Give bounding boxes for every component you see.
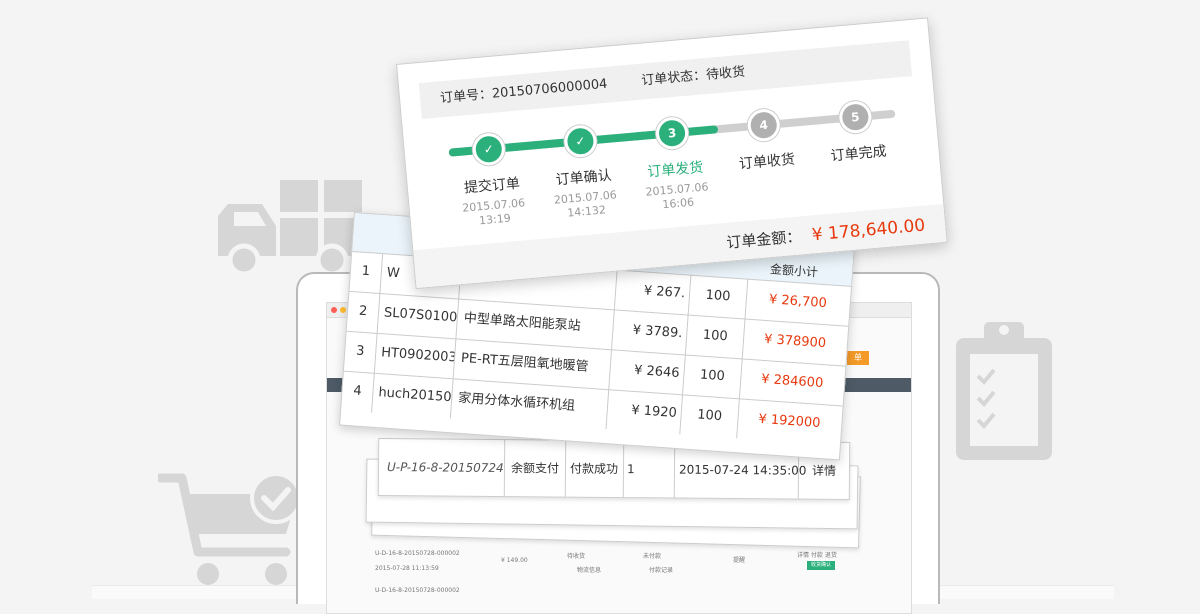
- order-amount-label: 订单金额：: [725, 227, 803, 252]
- order-number: 20150706000004: [491, 76, 609, 102]
- mini-order-id: U-D-16-8-20150728-000002: [375, 550, 460, 557]
- payment-count: 1: [622, 441, 676, 498]
- row-code: HT0902003I: [373, 332, 457, 379]
- order-info-bar: 订单号：20150706000004 订单状态：待收货: [418, 40, 913, 119]
- row-index: 1: [349, 250, 384, 294]
- payment-id: U-P-16-8-20150724: [378, 438, 506, 497]
- row-index: 3: [343, 330, 378, 373]
- row-qty: 100: [685, 314, 746, 359]
- step-3-number: 3: [654, 115, 690, 151]
- row-index: 2: [346, 290, 381, 333]
- row-qty: 100: [680, 394, 740, 439]
- step-4-number: 4: [746, 107, 782, 143]
- mini-paid: 未付款: [643, 553, 662, 560]
- step-1-check-icon: ✓: [471, 131, 507, 167]
- mini-logistics-link[interactable]: 物流信息: [577, 565, 601, 574]
- row-price: ¥ 1920: [606, 389, 684, 435]
- payment-method: 余额支付: [504, 440, 567, 497]
- shopping-cart-icon: [158, 472, 302, 585]
- order-status-card: 订单号：20150706000004 订单状态：待收货 ✓ 提交订单 2015.07…: [396, 17, 948, 290]
- order-status-label: 订单状态：: [640, 68, 707, 89]
- mini-amount: ¥ 149.00: [501, 557, 528, 564]
- mini-status: 待收货: [567, 553, 586, 560]
- row-qty: 100: [688, 274, 749, 319]
- mini-remind[interactable]: 提醒: [733, 555, 745, 564]
- row-price: ¥ 267.: [614, 269, 692, 315]
- row-price: ¥ 2646: [609, 349, 686, 395]
- orange-order-button[interactable]: 单: [847, 351, 869, 365]
- minimize-dot-icon[interactable]: [340, 307, 346, 313]
- mini-order-date: 2015-07-28 11:13:59: [375, 565, 439, 572]
- row-code: huch201504: [371, 372, 454, 419]
- step-2-label: 订单确认: [555, 167, 613, 189]
- payment-status: 付款成功: [564, 440, 625, 498]
- order-status: 待收货: [705, 64, 746, 83]
- step-5-label: 订单完成: [830, 143, 888, 165]
- step-4-label: 订单收货: [738, 151, 796, 173]
- close-dot-icon[interactable]: [331, 307, 337, 313]
- row-subtotal: ¥ 192000: [757, 411, 821, 432]
- order-number-label: 订单号：: [439, 86, 493, 107]
- mini-order-id-2: U-D-16-8-20150728-000002: [375, 587, 460, 594]
- step-3-label: 订单发货: [646, 159, 704, 181]
- step-5-number: 5: [838, 99, 873, 135]
- step-1-label: 提交订单: [463, 175, 521, 197]
- order-amount: ¥ 178,640.00: [811, 215, 926, 246]
- subtotal-column-header: 金额小计: [769, 262, 819, 280]
- row-index: 4: [341, 370, 375, 413]
- clipboard-checklist-icon: [956, 322, 1052, 460]
- row-price: ¥ 3789.: [612, 309, 689, 355]
- mini-action-links[interactable]: 详情 付款 退货: [797, 550, 837, 559]
- mini-confirm-button[interactable]: 收货确认: [807, 561, 835, 570]
- truck-icon: [218, 180, 362, 277]
- step-2-check-icon: ✓: [563, 123, 598, 159]
- row-qty: 100: [683, 354, 743, 399]
- mini-pay-record-link[interactable]: 付款记录: [649, 565, 673, 574]
- row-code: SL07S01003I: [376, 292, 460, 339]
